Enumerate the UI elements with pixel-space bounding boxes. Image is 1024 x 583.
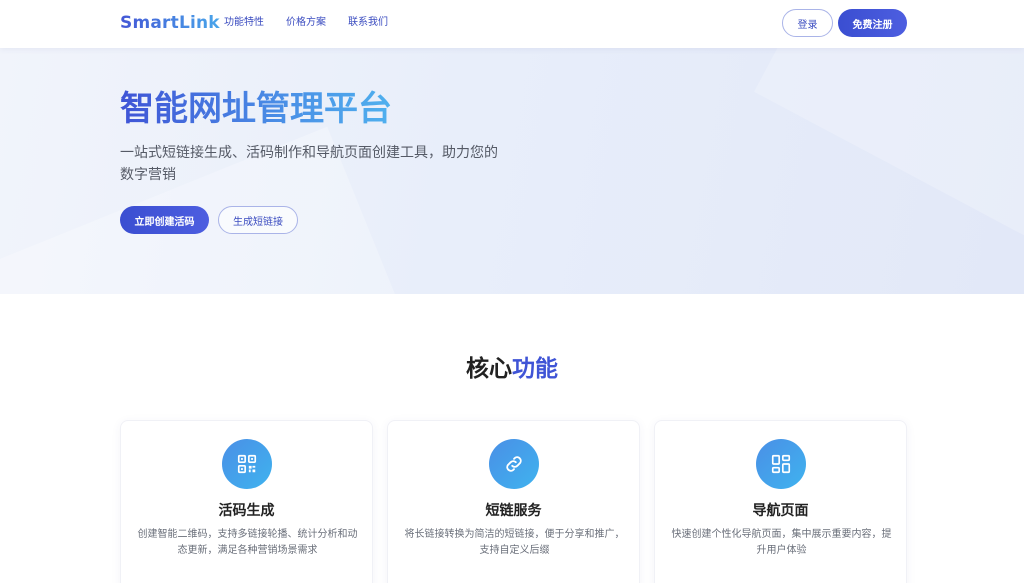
feature-card-desc: 将长链接转换为简洁的短链接，便于分享和推广，支持自定义后缀 — [404, 529, 625, 556]
create-qr-button[interactable]: 立即创建活码 — [120, 206, 209, 234]
feature-card-shortlink[interactable]: 短链服务 将长链接转换为简洁的短链接，便于分享和推广，支持自定义后缀 — [387, 420, 640, 583]
grid-layout-icon — [756, 439, 806, 489]
feature-card-title: 导航页面 — [752, 503, 809, 519]
nav-features[interactable]: 功能特性 — [224, 16, 264, 30]
top-navbar: SmartLink 功能特性 价格方案 联系我们 登录 免费注册 — [0, 0, 1024, 48]
features-title-accent: 功能 — [512, 356, 558, 382]
features-title-prefix: 核心 — [466, 356, 512, 382]
feature-card-desc: 创建智能二维码，支持多链接轮播、统计分析和动态更新，满足各种营销场景需求 — [137, 529, 358, 556]
logo[interactable]: SmartLink — [120, 12, 220, 34]
feature-card-title: 短链服务 — [485, 503, 542, 519]
hero-subtitle: 一站式短链接生成、活码制作和导航页面创建工具，助力您的数字营销 — [120, 145, 498, 183]
nav-contact[interactable]: 联系我们 — [348, 16, 388, 30]
feature-card-desc: 快速创建个性化导航页面，集中展示重要内容，提升用户体验 — [671, 529, 892, 556]
nav-pricing[interactable]: 价格方案 — [286, 16, 326, 30]
hero-decoration — [754, 48, 1024, 261]
create-short-link-button[interactable]: 生成短链接 — [218, 206, 298, 234]
feature-card-qr[interactable]: 活码生成 创建智能二维码，支持多链接轮播、统计分析和动态更新，满足各种营销场景需… — [120, 420, 373, 583]
qr-code-icon — [222, 439, 272, 489]
hero-section: 智能网址管理平台 一站式短链接生成、活码制作和导航页面创建工具，助力您的数字营销… — [0, 48, 1024, 294]
features-title: 核心功能 — [0, 353, 1024, 385]
main-nav: 功能特性 价格方案 联系我们 — [224, 16, 388, 30]
hero-title: 智能网址管理平台 — [120, 89, 392, 129]
link-icon — [489, 439, 539, 489]
feature-card-navigation[interactable]: 导航页面 快速创建个性化导航页面，集中展示重要内容，提升用户体验 — [654, 420, 907, 583]
register-button[interactable]: 免费注册 — [838, 9, 907, 37]
login-button[interactable]: 登录 — [782, 9, 833, 37]
feature-card-title: 活码生成 — [218, 503, 275, 519]
